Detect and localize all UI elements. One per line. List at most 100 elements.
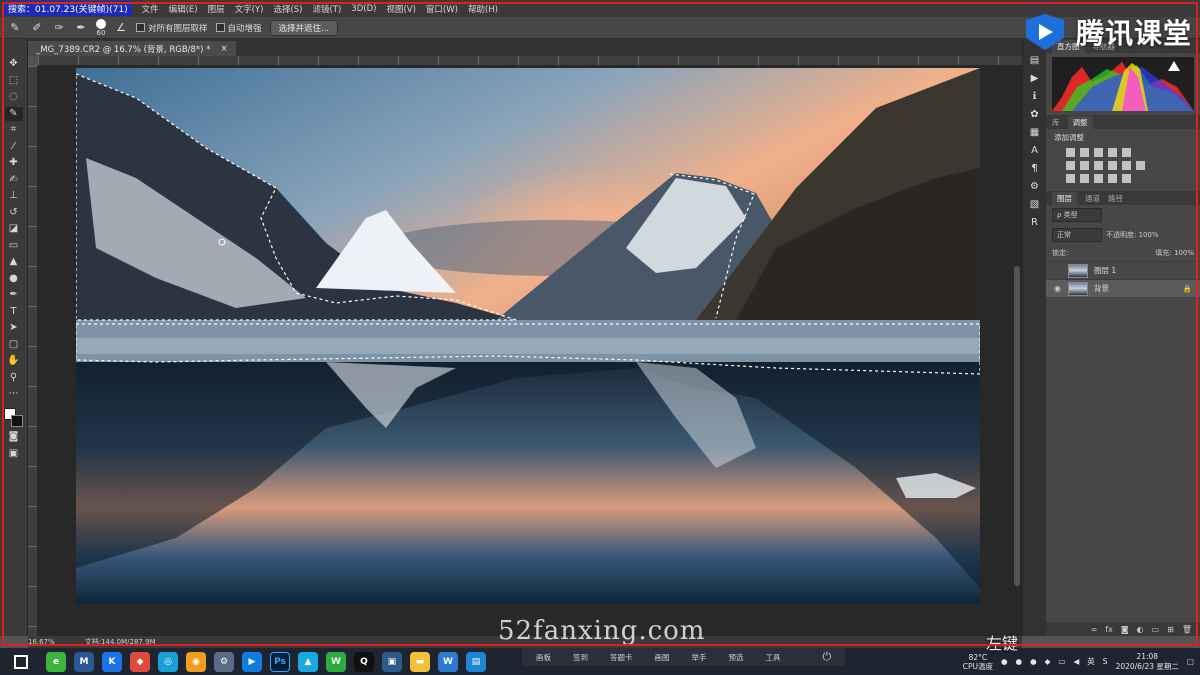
eye-icon[interactable]: ◉ — [1054, 284, 1062, 293]
swatches-grid-icon[interactable]: ▦ — [1028, 127, 1042, 139]
new-selection-icon[interactable]: ✐ — [30, 21, 44, 35]
invert-icon[interactable] — [1066, 174, 1075, 183]
plugin-icon[interactable]: R — [1028, 217, 1042, 229]
exposure-icon[interactable] — [1108, 148, 1117, 157]
tool-raise-hand[interactable]: 举手 — [692, 652, 707, 663]
marquee-tool-icon[interactable]: ⬚ — [5, 74, 23, 88]
qq-tray-icon[interactable]: ● — [1030, 657, 1037, 666]
color-lookup-icon[interactable] — [1136, 161, 1145, 170]
tab-layers[interactable]: 图层 — [1052, 191, 1077, 205]
tool-draw[interactable]: 画图 — [655, 652, 670, 663]
fill-field[interactable]: 填充: 100% — [1155, 248, 1194, 258]
subtract-from-selection-icon[interactable]: ✒ — [74, 21, 88, 35]
notification-icon[interactable]: ▢ — [1187, 657, 1194, 666]
meeting-app-icon[interactable]: ▶ — [242, 651, 262, 672]
sample-all-layers-checkbox[interactable]: 对所有图层取样 — [136, 22, 208, 34]
ime-indicator[interactable]: 英 — [1087, 656, 1095, 667]
lasso-tool-icon[interactable]: ◌ — [5, 90, 23, 104]
posterize-icon[interactable] — [1080, 174, 1089, 183]
add-to-selection-icon[interactable]: ✑ — [52, 21, 66, 35]
chat-tray-icon[interactable]: ● — [1001, 657, 1008, 666]
zoom-tool-icon[interactable]: ⚲ — [5, 371, 23, 385]
vertical-scrollbar[interactable] — [1014, 266, 1020, 586]
layer-kind-filter[interactable]: ρ 类型 — [1052, 208, 1102, 222]
blur-tool-icon[interactable]: ▲ — [5, 255, 23, 269]
shape-tool-icon[interactable]: ▢ — [5, 338, 23, 352]
player-app-icon[interactable]: ◉ — [186, 651, 206, 672]
background-color-swatch[interactable] — [10, 414, 23, 427]
tool-checkin[interactable]: 签到 — [573, 652, 588, 663]
dodge-tool-icon[interactable]: ● — [5, 272, 23, 286]
new-layer-icon[interactable]: ⊞ — [1167, 625, 1174, 634]
add-mask-icon[interactable]: ◙ — [1121, 625, 1129, 634]
word-app-icon[interactable]: W — [438, 651, 458, 672]
menu-select[interactable]: 选择(S) — [273, 3, 302, 15]
sogou-tray-icon[interactable]: S — [1103, 657, 1108, 666]
history-brush-icon[interactable]: ↺ — [5, 206, 23, 220]
chat-app-icon[interactable]: ◎ — [158, 651, 178, 672]
adobe-color-icon[interactable]: ▧ — [1028, 199, 1042, 211]
new-group-icon[interactable]: ▭ — [1152, 625, 1160, 634]
threshold-icon[interactable] — [1094, 174, 1103, 183]
selective-color-icon[interactable] — [1122, 174, 1131, 183]
menu-layer[interactable]: 图层 — [208, 3, 225, 15]
photo-filter-icon[interactable] — [1108, 161, 1117, 170]
color-swatches[interactable] — [3, 407, 24, 428]
security-app-icon[interactable]: ◆ — [130, 651, 150, 672]
classroom-app-icon[interactable]: ▲ — [298, 651, 318, 672]
folder-app-icon[interactable]: ▬ — [410, 651, 430, 672]
menu-edit[interactable]: 编辑(E) — [169, 3, 198, 15]
tool-whiteboard[interactable]: 画板 — [536, 652, 551, 663]
quick-selection-tool-icon[interactable]: ✎ — [8, 21, 22, 35]
tab-channels[interactable]: 通道 — [1085, 193, 1100, 204]
angle-icon[interactable]: ∠ — [114, 21, 128, 35]
menu-window[interactable]: 窗口(W) — [426, 3, 458, 15]
paragraph-icon[interactable]: ¶ — [1028, 163, 1042, 175]
tab-paths[interactable]: 路径 — [1108, 193, 1123, 204]
move-tool-icon[interactable]: ✥ — [5, 57, 23, 71]
settings-app-icon[interactable]: ⚙ — [214, 651, 234, 672]
file-app-icon[interactable]: ▤ — [466, 651, 486, 672]
type-tool-icon[interactable]: T — [5, 305, 23, 319]
photoshop-app-icon[interactable]: Ps — [270, 651, 290, 672]
menu-help[interactable]: 帮助(H) — [468, 3, 498, 15]
link-layers-icon[interactable]: ∞ — [1091, 625, 1098, 634]
menu-type[interactable]: 文字(Y) — [235, 3, 264, 15]
hue-saturation-icon[interactable] — [1066, 161, 1075, 170]
tool-more[interactable]: 工具 — [766, 652, 781, 663]
kugou-app-icon[interactable]: K — [102, 651, 122, 672]
character-icon[interactable]: A — [1028, 145, 1042, 157]
auto-enhance-checkbox[interactable]: 自动增强 — [215, 22, 262, 34]
screen-mode-icon[interactable]: ▣ — [5, 447, 23, 461]
new-fill-layer-icon[interactable]: ◐ — [1137, 625, 1144, 634]
office-app-icon[interactable]: M — [74, 651, 94, 672]
brush-size-picker[interactable]: 60 — [96, 18, 106, 37]
tool-answer-card[interactable]: 答题卡 — [610, 652, 633, 663]
levels-icon[interactable] — [1080, 148, 1089, 157]
pen-tool-icon[interactable]: ✒ — [5, 288, 23, 302]
shield-tray-icon[interactable]: ◆ — [1045, 657, 1051, 666]
more-tools-icon[interactable]: ⋯ — [5, 387, 23, 401]
active-app-icon[interactable]: ▣ — [382, 651, 402, 672]
curves-icon[interactable] — [1094, 148, 1103, 157]
fx-icon[interactable]: fx — [1105, 625, 1113, 634]
start-icon[interactable] — [14, 654, 28, 669]
brightness-contrast-icon[interactable] — [1066, 148, 1075, 157]
layer-row-background[interactable]: ◉ 背景 🔒 — [1046, 279, 1200, 297]
menu-3d[interactable]: 3D(D) — [351, 4, 376, 14]
power-icon[interactable]: ⏻ — [823, 650, 832, 664]
volume-icon[interactable]: ◀ — [1074, 657, 1080, 666]
quick-selection-tool-icon[interactable]: ✎ — [4, 106, 23, 121]
layer-row-layer1[interactable]: 图层 1 — [1046, 261, 1200, 279]
wechat-app-icon[interactable]: W — [326, 651, 346, 672]
eyedropper-tool-icon[interactable]: ⁄ — [5, 140, 23, 154]
network-icon[interactable]: ▭ — [1058, 657, 1065, 666]
eraser-tool-icon[interactable]: ◪ — [5, 222, 23, 236]
color-balance-icon[interactable] — [1080, 161, 1089, 170]
path-selection-icon[interactable]: ➤ — [5, 321, 23, 335]
actions-icon[interactable]: ▶ — [1028, 73, 1042, 85]
quick-mask-icon[interactable]: ◙ — [5, 430, 23, 444]
vibrance-icon[interactable] — [1122, 148, 1131, 157]
canvas-area[interactable] — [38, 66, 1022, 636]
tab-adjustments[interactable]: 调整 — [1067, 115, 1093, 129]
